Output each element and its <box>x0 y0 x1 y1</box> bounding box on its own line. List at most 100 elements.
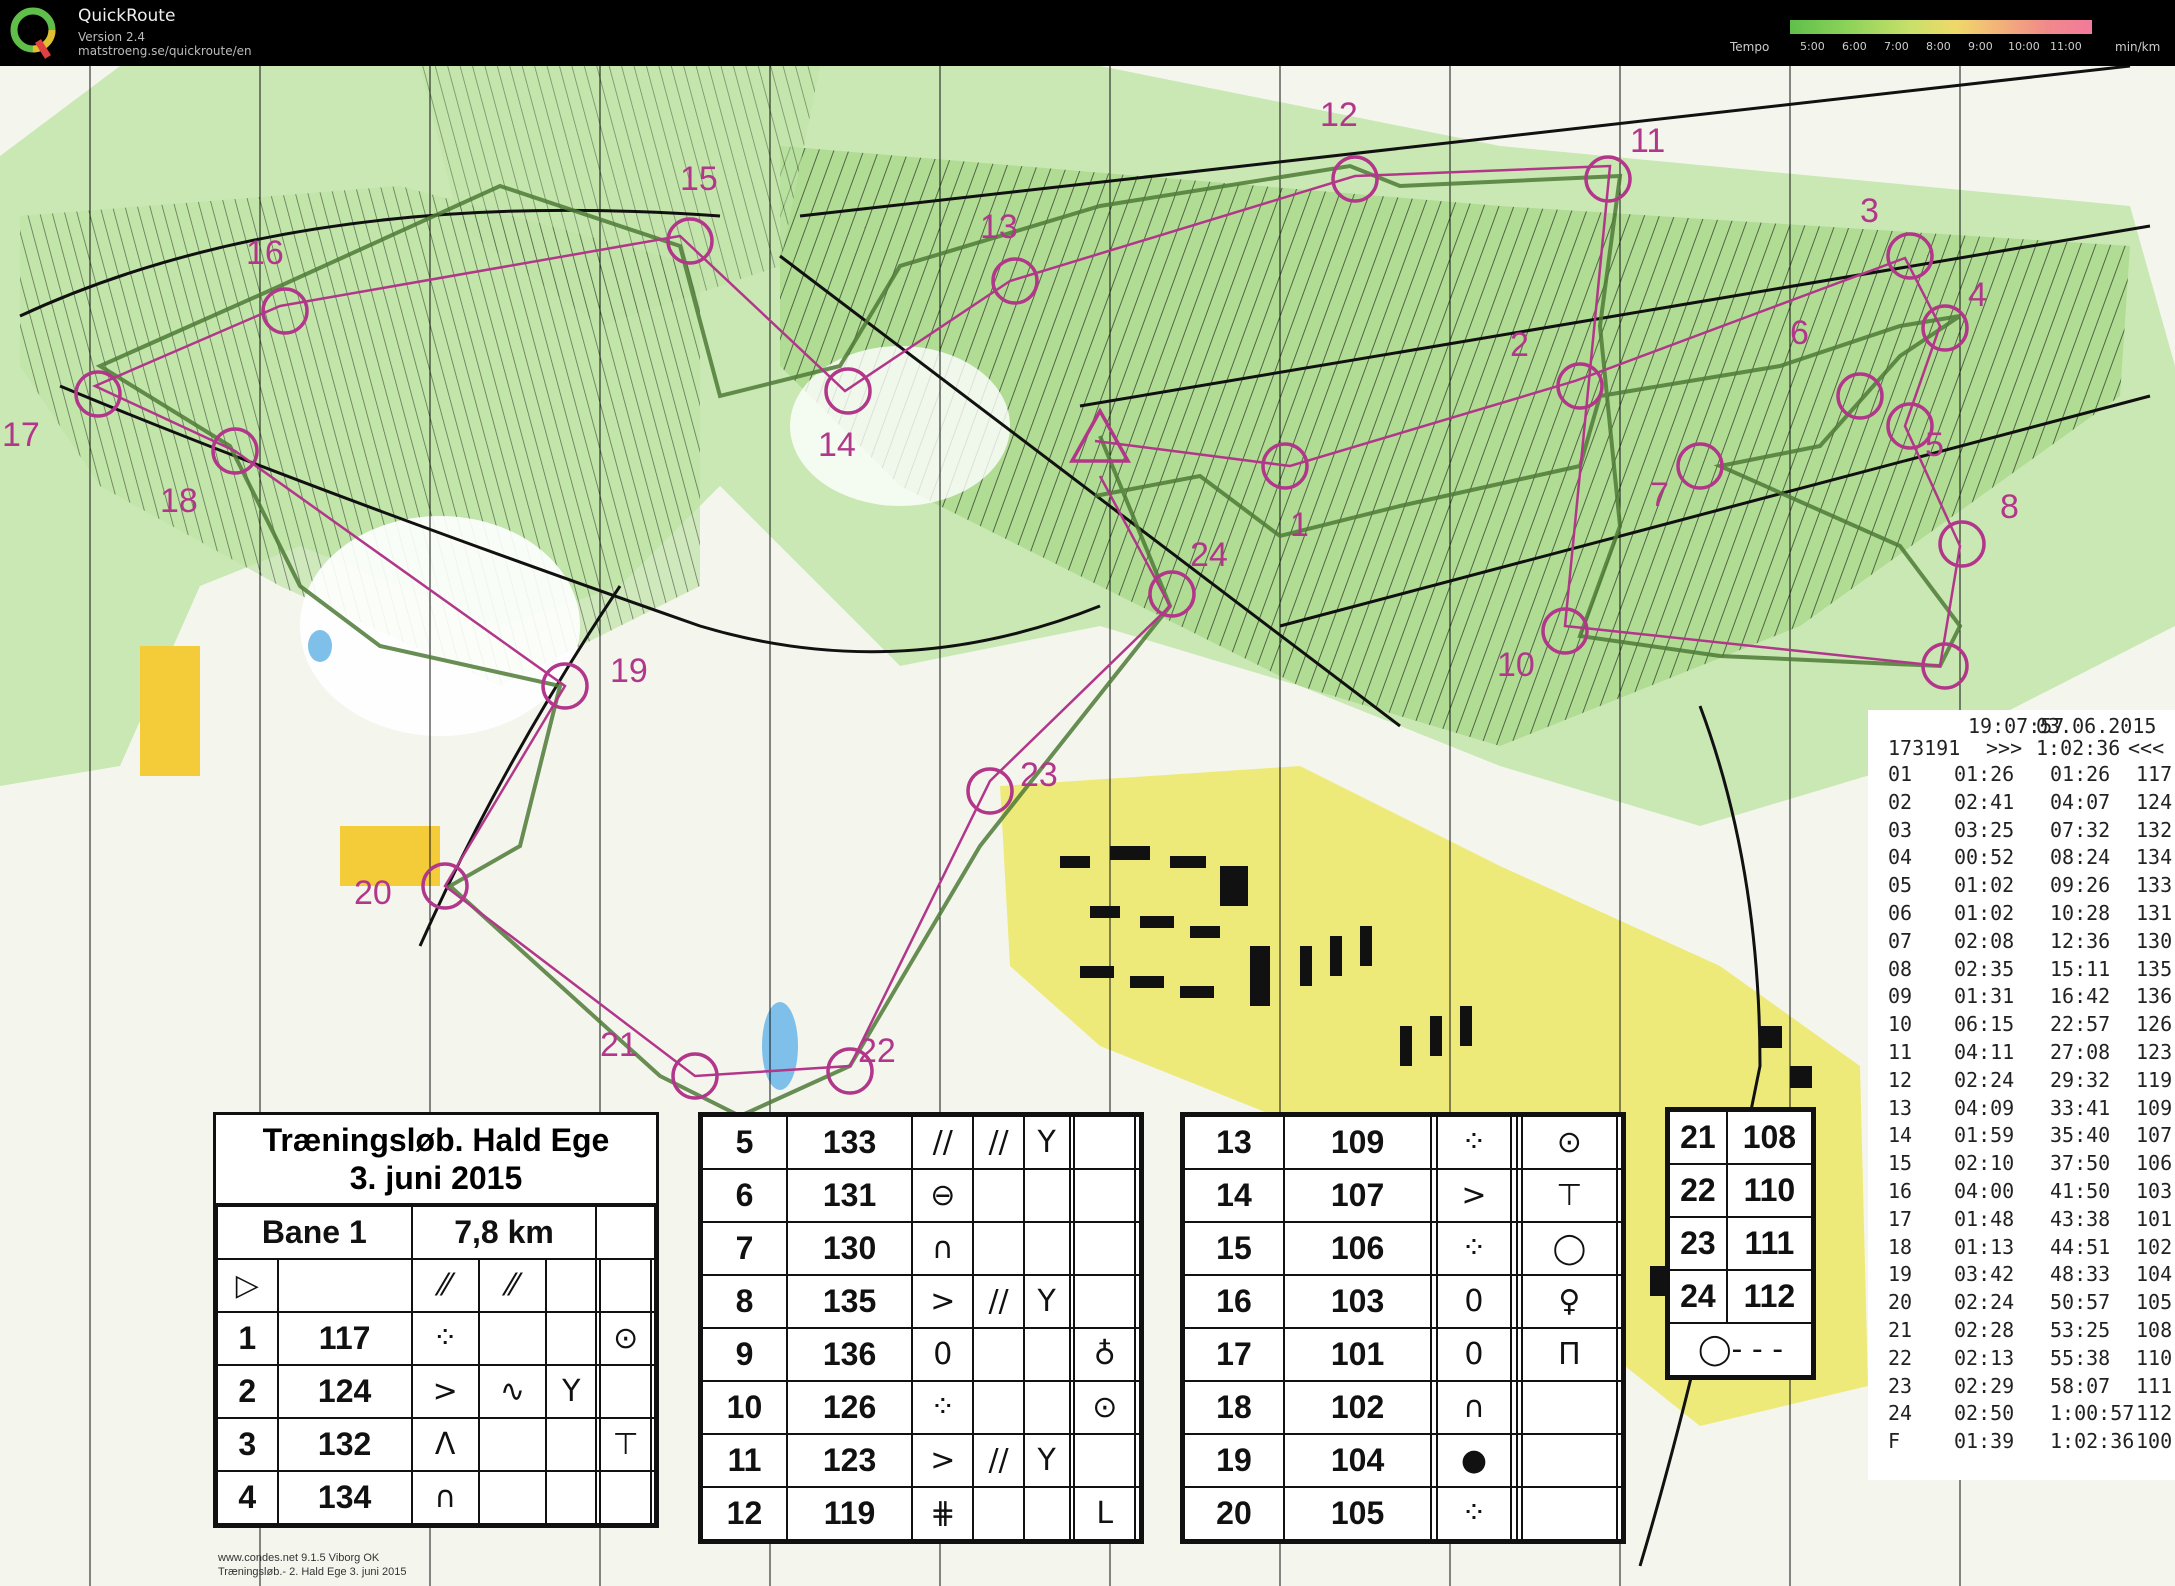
empty-cell <box>650 1364 656 1419</box>
split-code: 108 <box>2136 1318 2173 1342</box>
split-cum: 48:33 <box>2050 1262 2111 1287</box>
control-number: 6 <box>1790 314 1809 352</box>
split-n: 03 <box>1888 817 1913 842</box>
split-cum: 22:57 <box>2050 1012 2111 1037</box>
card-number: 173191 <box>1888 736 1961 760</box>
description-cell: ⋕ <box>911 1486 975 1541</box>
empty-cell <box>1134 1274 1141 1329</box>
description-cell: ♀ <box>1521 1274 1618 1329</box>
split-split: 04:00 <box>1954 1179 2015 1203</box>
description-cell: 132 <box>276 1417 413 1472</box>
description-cell: 0 <box>1435 1327 1513 1382</box>
empty-cell <box>1521 1433 1618 1488</box>
description-cell: 8 <box>701 1274 788 1329</box>
description-cell: > <box>410 1364 480 1419</box>
split-code: 134 <box>2136 845 2173 870</box>
description-cell: // <box>972 1115 1025 1170</box>
description-cell: 5 <box>701 1115 788 1170</box>
control-number: 19 <box>610 652 648 690</box>
empty-cell <box>1022 1221 1071 1276</box>
description-cell: ♁ <box>1073 1327 1137 1382</box>
description-cell: 9 <box>701 1327 788 1382</box>
split-split: 01:13 <box>1954 1234 2015 1259</box>
description-cell: Y <box>1022 1433 1071 1488</box>
empty-cell <box>650 1311 656 1366</box>
empty-cell <box>595 1205 656 1260</box>
description-cell: Y <box>545 1364 598 1419</box>
description-cell: 101 <box>1282 1327 1433 1382</box>
description-cell: ⊙ <box>1073 1380 1137 1435</box>
split-split: 02:28 <box>1954 1318 2015 1342</box>
description-cell: 133 <box>785 1115 914 1170</box>
split-n: 10 <box>1888 1012 1913 1037</box>
split-cum: 33:41 <box>2050 1095 2111 1120</box>
empty-cell <box>545 1258 598 1313</box>
split-cum: 08:24 <box>2050 845 2111 870</box>
finish-symbol: ◯- - - <box>1668 1322 1813 1377</box>
description-cell: 24 <box>1668 1269 1728 1324</box>
split-code: 124 <box>2136 789 2173 814</box>
split-n: 22 <box>1888 1345 1913 1370</box>
app-url: matstroeng.se/quickroute/en <box>78 44 252 58</box>
split-code: 106 <box>2136 1151 2173 1176</box>
app-name: QuickRoute <box>78 6 176 26</box>
split-code: 112 <box>2136 1401 2173 1426</box>
description-cell: ∩ <box>1435 1380 1513 1435</box>
description-table: 13 109 ⁘ ⊙ 14 107 > ⊤ 15 106 ⁘ ◯ 16 103 0 ♀ 17 101 0 Π … <box>1183 1115 1624 1541</box>
split-split: 01:31 <box>1954 984 2015 1009</box>
description-cell: ∿ <box>477 1364 548 1419</box>
split-split: 02:41 <box>1954 789 2015 814</box>
control-description-sheet: 13 109 ⁘ ⊙ 14 107 > ⊤ 15 106 ⁘ ◯ 16 103 0 ♀ 17 101 0 Π … <box>1180 1112 1626 1544</box>
description-cell: 14 <box>1183 1168 1285 1223</box>
empty-cell <box>1022 1168 1071 1223</box>
split-split: 02:29 <box>1954 1373 2015 1398</box>
empty-cell <box>650 1417 656 1472</box>
split-code: 133 <box>2136 873 2173 898</box>
empty-cell <box>1073 1168 1137 1223</box>
event-name: Træningsløb. Hald Ege <box>262 1122 610 1158</box>
split-cum: 53:25 <box>2050 1318 2111 1342</box>
split-split: 01:02 <box>1954 873 2015 898</box>
split-cum: 27:08 <box>2050 1040 2111 1064</box>
empty-cell <box>1615 1115 1624 1170</box>
description-cell: 108 <box>1725 1110 1814 1165</box>
description-cell: ⊤ <box>1521 1168 1618 1223</box>
split-n: 18 <box>1888 1234 1913 1259</box>
empty-cell <box>1134 1168 1141 1223</box>
description-cell: 130 <box>785 1221 914 1276</box>
split-split: 02:35 <box>1954 956 2015 981</box>
description-cell: 105 <box>1282 1486 1433 1541</box>
description-cell: ⊤ <box>599 1417 653 1472</box>
control-number: 14 <box>818 426 856 464</box>
description-cell: 134 <box>276 1470 413 1525</box>
control-number: 10 <box>1497 646 1535 684</box>
description-cell: 4 <box>216 1470 279 1525</box>
description-cell: 131 <box>785 1168 914 1223</box>
split-n: 06 <box>1888 901 1913 925</box>
control-number: 18 <box>160 482 198 520</box>
description-cell: ⁘ <box>1435 1115 1513 1170</box>
end-marker: <<< <box>2128 736 2165 760</box>
tempo-unit: min/km <box>2115 40 2161 54</box>
description-cell: 135 <box>785 1274 914 1329</box>
split-n: 01 <box>1888 762 1913 786</box>
description-cell: 18 <box>1183 1380 1285 1435</box>
split-cum: 1:02:36 <box>2050 1429 2135 1454</box>
control-number: 15 <box>680 160 718 198</box>
split-split: 01:02 <box>1954 901 2015 925</box>
description-cell: 15 <box>1183 1221 1285 1276</box>
split-split: 04:09 <box>1954 1095 2015 1120</box>
description-cell: 112 <box>1725 1269 1814 1324</box>
footer-software: www.condes.net 9.1.5 Viborg OK <box>218 1552 380 1564</box>
description-cell: 1 <box>216 1311 279 1366</box>
description-cell: ◯ <box>1521 1221 1618 1276</box>
split-code: 103 <box>2136 1179 2173 1203</box>
description-cell: 117 <box>276 1311 413 1366</box>
split-cum: 12:36 <box>2050 928 2111 953</box>
control-number: 22 <box>858 1032 896 1070</box>
split-split: 02:24 <box>1954 1067 2015 1092</box>
description-cell: 20 <box>1183 1486 1285 1541</box>
split-split: 01:26 <box>1954 762 2015 786</box>
empty-cell <box>1022 1380 1071 1435</box>
empty-cell <box>1134 1380 1141 1435</box>
